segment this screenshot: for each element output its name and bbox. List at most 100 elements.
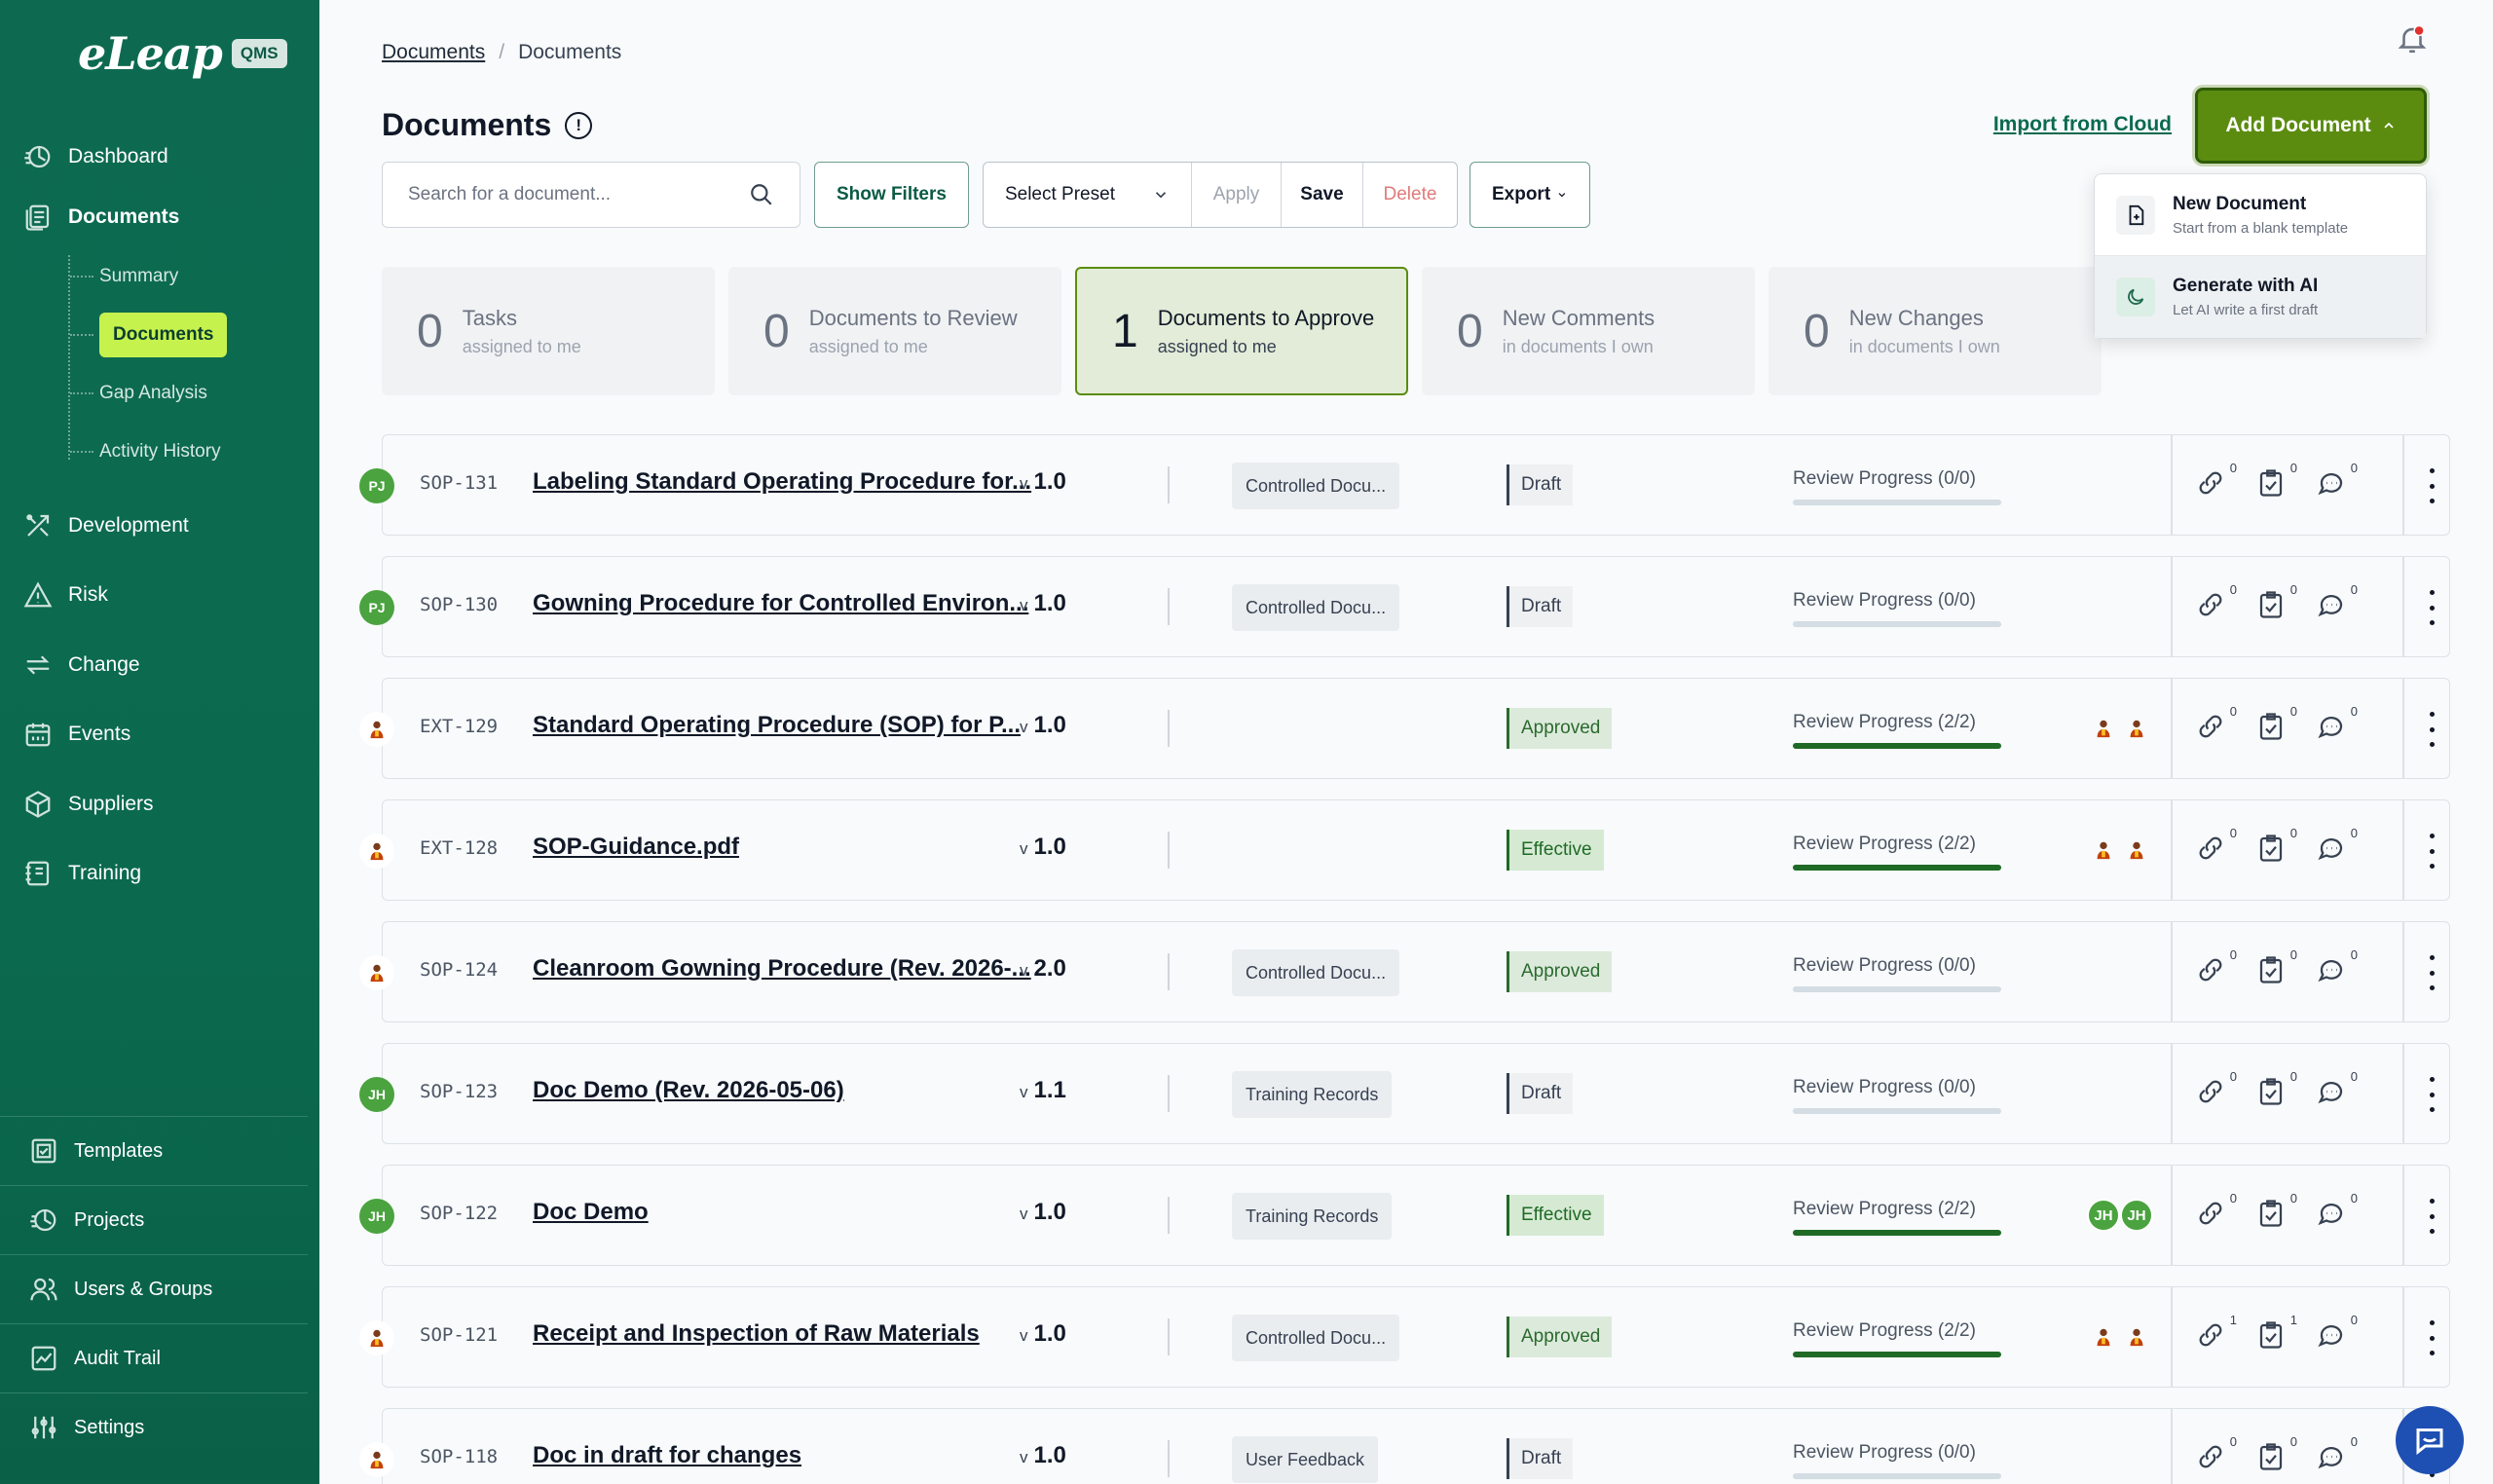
import-from-cloud-link[interactable]: Import from Cloud (1993, 113, 2172, 136)
links-icon[interactable]: 1 (2196, 1313, 2237, 1352)
version-prefix: v (1020, 1326, 1028, 1345)
nav-risk[interactable]: Risk (21, 575, 108, 614)
document-title-link[interactable]: Doc Demo (533, 1199, 649, 1226)
links-icon[interactable]: 0 (2196, 1434, 2237, 1473)
info-icon[interactable]: ! (565, 111, 593, 139)
comments-icon[interactable]: 0 (2317, 1313, 2358, 1352)
subnav-gap-analysis[interactable]: Gap Analysis (70, 374, 207, 413)
search-input[interactable]: Search for a document... (382, 162, 800, 228)
nav-documents[interactable]: Documents (21, 198, 179, 237)
more-options-icon[interactable] (2422, 712, 2441, 747)
tasks-icon[interactable]: 0 (2256, 582, 2297, 621)
version-prefix: v (1020, 596, 1028, 614)
tasks-icon[interactable]: 0 (2256, 1434, 2297, 1473)
review-progress-bar (1793, 1352, 2001, 1357)
stat-card[interactable]: 1 Documents to Approve assigned to me (1075, 267, 1408, 395)
document-title-link[interactable]: Doc in draft for changes (533, 1442, 801, 1469)
more-options-icon[interactable] (2422, 955, 2441, 990)
reviewers: JH JH (2087, 1199, 2153, 1232)
links-icon[interactable]: 0 (2196, 1069, 2237, 1108)
nav-suppliers[interactable]: Suppliers (21, 785, 154, 824)
more-options-icon[interactable] (2422, 834, 2441, 869)
subnav-activity-history[interactable]: Activity History (70, 432, 221, 471)
logo[interactable]: eLeap QMS (78, 27, 287, 80)
tasks-icon[interactable]: 0 (2256, 826, 2297, 865)
nav-projects[interactable]: Projects (0, 1185, 308, 1254)
more-options-icon[interactable] (2422, 1199, 2441, 1234)
show-filters-button[interactable]: Show Filters (814, 162, 969, 228)
save-button[interactable]: Save (1282, 163, 1363, 227)
comments-icon[interactable]: 0 (2317, 1191, 2358, 1230)
apply-button[interactable]: Apply (1192, 163, 1282, 227)
more-options-icon[interactable] (2422, 468, 2441, 503)
select-preset-dropdown[interactable]: Select Preset (984, 163, 1192, 227)
delete-button[interactable]: Delete (1363, 163, 1457, 227)
tasks-icon[interactable]: 0 (2256, 461, 2297, 500)
new-document-option[interactable]: New Document Start from a blank template (2095, 174, 2426, 256)
tasks-icon[interactable]: 0 (2256, 947, 2297, 986)
table-row[interactable]: EXT-128 SOP-Guidance.pdf v 1.0 Effective … (359, 799, 2450, 901)
nav-settings[interactable]: Settings (0, 1392, 308, 1462)
tasks-icon[interactable]: 0 (2256, 1069, 2297, 1108)
nav-users-groups[interactable]: Users & Groups (0, 1254, 308, 1323)
notification-bell-icon[interactable] (2396, 21, 2431, 58)
tasks-icon[interactable]: 0 (2256, 704, 2297, 743)
document-title-link[interactable]: Cleanroom Gowning Procedure (Rev. 2026-.… (533, 955, 1031, 983)
nav-development[interactable]: Development (21, 506, 189, 545)
add-document-button[interactable]: Add Document (2195, 88, 2427, 164)
subnav-summary[interactable]: Summary (70, 257, 178, 296)
stat-card[interactable]: 0 Documents to Review assigned to me (728, 267, 1061, 395)
nav-audit-trail[interactable]: Audit Trail (0, 1323, 308, 1392)
links-icon[interactable]: 0 (2196, 704, 2237, 743)
breadcrumb-documents-link[interactable]: Documents (382, 41, 485, 64)
change-icon (21, 649, 55, 682)
nav-events[interactable]: Events (21, 715, 130, 754)
links-icon[interactable]: 0 (2196, 826, 2237, 865)
document-title-link[interactable]: Receipt and Inspection of Raw Materials (533, 1320, 980, 1348)
tasks-icon[interactable]: 1 (2256, 1313, 2297, 1352)
divider (2171, 1287, 2173, 1387)
subnav-documents[interactable]: Documents (70, 313, 228, 357)
comments-count: 0 (2350, 704, 2358, 719)
comments-icon[interactable]: 0 (2317, 582, 2358, 621)
table-row[interactable]: EXT-129 Standard Operating Procedure (SO… (359, 678, 2450, 779)
table-row[interactable]: PJ SOP-131 Labeling Standard Operating P… (359, 434, 2450, 536)
nav-training[interactable]: Training (21, 854, 141, 893)
table-row[interactable]: PJ SOP-130 Gowning Procedure for Control… (359, 556, 2450, 657)
comments-icon[interactable]: 0 (2317, 1069, 2358, 1108)
table-row[interactable]: SOP-121 Receipt and Inspection of Raw Ma… (359, 1286, 2450, 1388)
document-title-link[interactable]: Doc Demo (Rev. 2026-05-06) (533, 1077, 844, 1104)
document-title-link[interactable]: Labeling Standard Operating Procedure fo… (533, 468, 1031, 496)
stat-card[interactable]: 0 New Changes in documents I own (1768, 267, 2102, 395)
comments-icon[interactable]: 0 (2317, 461, 2358, 500)
toolbar: Search for a document... Show Filters Se… (382, 162, 1590, 228)
more-options-icon[interactable] (2422, 1320, 2441, 1355)
nav-change[interactable]: Change (21, 646, 140, 685)
more-options-icon[interactable] (2422, 590, 2441, 625)
links-icon[interactable]: 0 (2196, 582, 2237, 621)
comments-icon[interactable]: 0 (2317, 826, 2358, 865)
export-button[interactable]: Export (1469, 162, 1590, 228)
stat-card[interactable]: 0 Tasks assigned to me (382, 267, 715, 395)
document-title-link[interactable]: Gowning Procedure for Controlled Environ… (533, 590, 1028, 617)
tasks-icon[interactable]: 0 (2256, 1191, 2297, 1230)
comments-icon[interactable]: 0 (2317, 704, 2358, 743)
nav-dashboard[interactable]: Dashboard (21, 137, 168, 176)
document-title-link[interactable]: Standard Operating Procedure (SOP) for P… (533, 712, 1021, 739)
table-row[interactable]: SOP-124 Cleanroom Gowning Procedure (Rev… (359, 921, 2450, 1022)
more-options-icon[interactable] (2422, 1077, 2441, 1112)
table-row[interactable]: SOP-118 Doc in draft for changes v 1.0 Us… (359, 1408, 2450, 1484)
chat-support-button[interactable] (2396, 1406, 2464, 1474)
generate-ai-title: Generate with AI (2173, 276, 2319, 296)
comments-icon[interactable]: 0 (2317, 947, 2358, 986)
generate-ai-option[interactable]: Generate with AI Let AI write a first dr… (2095, 256, 2426, 338)
nav-templates[interactable]: Templates (0, 1116, 308, 1185)
table-row[interactable]: JH SOP-122 Doc Demo v 1.0 Training Record… (359, 1165, 2450, 1266)
comments-icon[interactable]: 0 (2317, 1434, 2358, 1473)
table-row[interactable]: JH SOP-123 Doc Demo (Rev. 2026-05-06) v1… (359, 1043, 2450, 1144)
stat-card[interactable]: 0 New Comments in documents I own (1422, 267, 1755, 395)
links-icon[interactable]: 0 (2196, 947, 2237, 986)
document-title-link[interactable]: SOP-Guidance.pdf (533, 834, 739, 861)
links-icon[interactable]: 0 (2196, 1191, 2237, 1230)
links-icon[interactable]: 0 (2196, 461, 2237, 500)
